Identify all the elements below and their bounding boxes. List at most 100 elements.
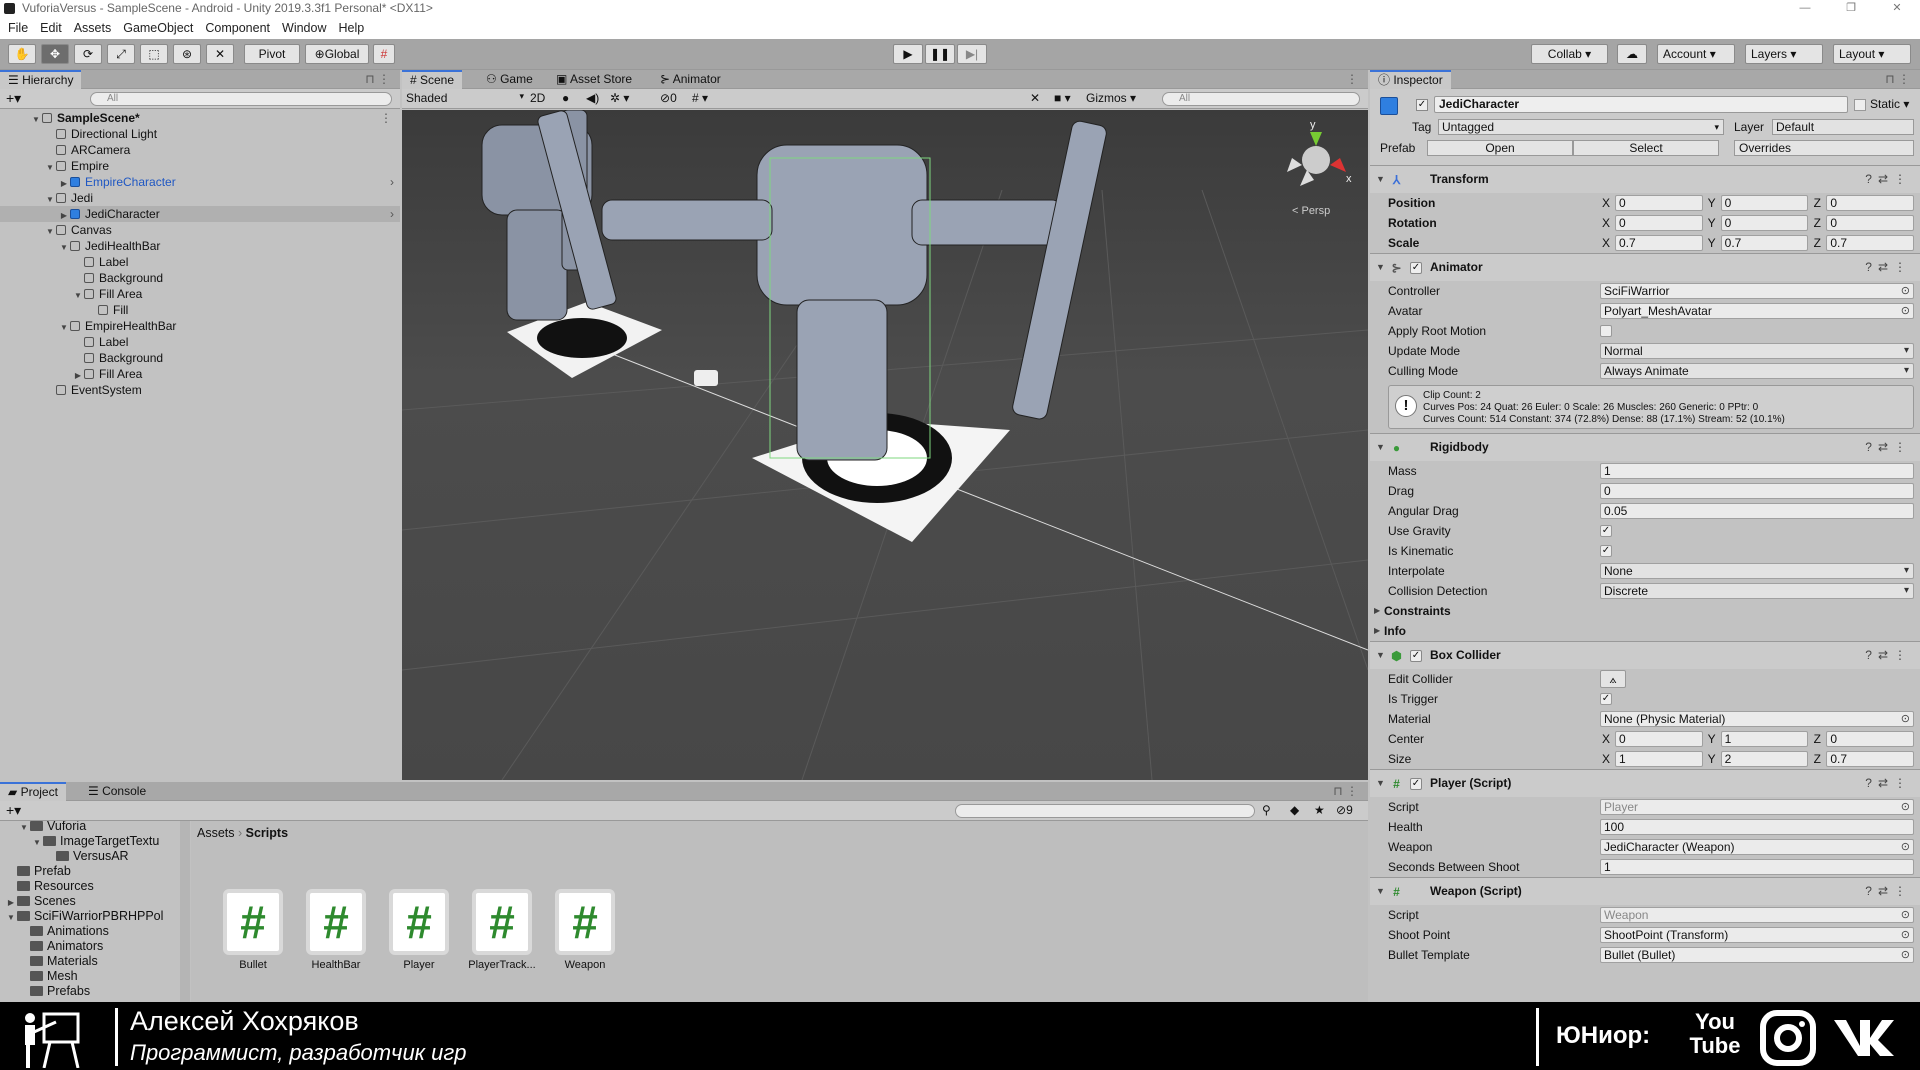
rotate-tool-icon[interactable]: ⟳: [74, 44, 102, 64]
layers-dropdown[interactable]: Layers ▾: [1745, 44, 1823, 64]
layout-dropdown[interactable]: Layout ▾: [1833, 44, 1911, 64]
project-folder[interactable]: ▼ Vuforia: [0, 821, 86, 834]
expanded-arrow-icon[interactable]: ▼: [1376, 770, 1385, 797]
pivot-toggle[interactable]: Pivot: [244, 44, 300, 64]
x-field[interactable]: 0: [1615, 195, 1703, 211]
menu-file[interactable]: File: [8, 18, 28, 39]
add-icon[interactable]: +▾: [6, 90, 21, 107]
object-field[interactable]: ShootPoint (Transform): [1600, 927, 1914, 943]
static-dropdown[interactable]: Static ▾: [1870, 96, 1909, 113]
hierarchy-item[interactable]: Label: [0, 334, 400, 350]
project-folder[interactable]: Mesh: [0, 969, 78, 984]
property-dropdown[interactable]: Discrete: [1600, 583, 1914, 599]
hierarchy-item[interactable]: ▶ Fill Area: [0, 366, 400, 382]
hierarchy-item[interactable]: ▼ Canvas: [0, 222, 400, 238]
tab-inspector[interactable]: ⓘ Inspector: [1370, 70, 1451, 89]
x-field[interactable]: 0.7: [1615, 235, 1703, 251]
script-asset[interactable]: # PlayerTrack...: [460, 889, 544, 971]
hierarchy-item[interactable]: ▼ JediHealthBar: [0, 238, 400, 254]
gizmos-dropdown[interactable]: Gizmos ▾: [1086, 91, 1136, 105]
hierarchy-item[interactable]: ▼ SampleScene* ⋮: [0, 110, 400, 126]
menu-edit[interactable]: Edit: [40, 18, 62, 39]
folder-arrow-icon[interactable]: ▼: [5, 910, 17, 925]
move-tool-icon[interactable]: ✥: [41, 44, 69, 64]
component-tools-icons[interactable]: ?⇄⋮: [1865, 166, 1912, 193]
property-checkbox[interactable]: [1600, 325, 1612, 337]
play-button[interactable]: ▶: [893, 44, 923, 64]
project-folder[interactable]: ▶ Scenes: [0, 894, 76, 909]
object-field[interactable]: Polyart_MeshAvatar: [1600, 303, 1914, 319]
collab-button[interactable]: Collab ▾: [1531, 44, 1608, 64]
hand-tool-icon[interactable]: ✋: [8, 44, 36, 64]
step-button[interactable]: ▶|: [957, 44, 987, 64]
y-field[interactable]: 1: [1720, 731, 1809, 747]
menu-gameobject[interactable]: GameObject: [123, 18, 193, 39]
z-field[interactable]: 0: [1826, 195, 1915, 211]
component-header[interactable]: ▼ ● Rigidbody ?⇄⋮: [1370, 433, 1920, 461]
project-search-input[interactable]: [955, 804, 1255, 818]
hierarchy-item[interactable]: ARCamera: [0, 142, 400, 158]
close-button[interactable]: ✕: [1874, 0, 1920, 18]
filter-label-icon[interactable]: ◆: [1290, 803, 1299, 817]
z-field[interactable]: 0: [1826, 215, 1915, 231]
y-field[interactable]: 0: [1720, 195, 1809, 211]
vk-icon[interactable]: [1832, 1016, 1896, 1058]
component-tools-icons[interactable]: ?⇄⋮: [1865, 642, 1912, 669]
global-toggle[interactable]: ⊕Global: [305, 44, 369, 64]
project-folder[interactable]: Materials: [0, 954, 98, 969]
component-enabled-checkbox[interactable]: ✓: [1410, 778, 1422, 790]
project-folder[interactable]: ▼ SciFiWarriorPBRHPPol: [0, 909, 163, 924]
object-field[interactable]: SciFiWarrior: [1600, 283, 1914, 299]
property-dropdown[interactable]: None: [1600, 563, 1914, 579]
camera-icon[interactable]: ■ ▾: [1054, 91, 1071, 105]
property-field[interactable]: 100: [1600, 819, 1914, 835]
account-dropdown[interactable]: Account ▾: [1657, 44, 1735, 64]
hidden-objects-toggle[interactable]: ⊘0: [660, 91, 677, 105]
property-field[interactable]: 0.05: [1600, 503, 1914, 519]
collapsed-arrow-icon[interactable]: ▶: [1374, 621, 1380, 641]
component-header[interactable]: ▼ # Weapon (Script) ?⇄⋮: [1370, 877, 1920, 905]
hierarchy-item[interactable]: ▶ JediCharacter ›: [0, 206, 400, 222]
script-asset[interactable]: # HealthBar: [294, 889, 378, 971]
hierarchy-item[interactable]: Label: [0, 254, 400, 270]
tree-scrollbar[interactable]: [180, 821, 190, 1002]
component-tools-icons[interactable]: ?⇄⋮: [1865, 254, 1912, 281]
tab-scene[interactable]: # Scene: [402, 70, 463, 89]
scale-tool-icon[interactable]: ⤢: [107, 44, 135, 64]
instagram-icon[interactable]: [1760, 1010, 1816, 1066]
hierarchy-item[interactable]: ▼ Fill Area: [0, 286, 400, 302]
filter-type-icon[interactable]: ⚲: [1262, 803, 1271, 817]
expanded-arrow-icon[interactable]: ▼: [1376, 254, 1385, 281]
tab-console[interactable]: ☰ Console: [80, 782, 154, 801]
y-field[interactable]: 0: [1720, 215, 1809, 231]
rect-tool-icon[interactable]: ⬚: [140, 44, 168, 64]
menu-help[interactable]: Help: [338, 18, 364, 39]
project-folder[interactable]: Animators: [0, 939, 103, 954]
object-field[interactable]: Bullet (Bullet): [1600, 947, 1914, 963]
script-asset[interactable]: # Player: [377, 889, 461, 971]
property-checkbox[interactable]: ✓: [1600, 545, 1612, 557]
inspector-lock-icon[interactable]: ⊓ ⋮: [1885, 72, 1910, 86]
project-folder[interactable]: Prefabs: [0, 984, 90, 999]
lock-icon[interactable]: ⊓ ⋮: [365, 72, 390, 86]
project-folder[interactable]: VersusAR: [0, 849, 129, 864]
prefab-overrides-dropdown[interactable]: Overrides: [1734, 140, 1914, 156]
menu-component[interactable]: Component: [205, 18, 270, 39]
prefab-select-button[interactable]: Select: [1573, 140, 1719, 156]
prefab-open-button[interactable]: Open: [1427, 140, 1573, 156]
hierarchy-item[interactable]: Fill: [0, 302, 400, 318]
script-asset[interactable]: # Bullet: [211, 889, 295, 971]
hierarchy-item[interactable]: ▼ Jedi: [0, 190, 400, 206]
component-header[interactable]: ▼ ⅄ Transform ?⇄⋮: [1370, 165, 1920, 193]
x-field[interactable]: 0: [1615, 215, 1703, 231]
transform-tool-icon[interactable]: ⊛: [173, 44, 201, 64]
open-prefab-icon[interactable]: ›: [390, 206, 394, 222]
property-checkbox[interactable]: ✓: [1600, 693, 1612, 705]
component-header[interactable]: ▼ ⊱ ✓ Animator ?⇄⋮: [1370, 253, 1920, 281]
component-tools-icons[interactable]: ?⇄⋮: [1865, 770, 1912, 797]
project-lock-icon[interactable]: ⊓ ⋮: [1333, 784, 1358, 798]
component-tools-icons[interactable]: ?⇄⋮: [1865, 434, 1912, 461]
edit-collider-button[interactable]: ⟑: [1600, 670, 1626, 688]
hidden-packages-toggle[interactable]: ⊘9: [1336, 803, 1353, 817]
expanded-arrow-icon[interactable]: ▼: [1376, 434, 1385, 461]
